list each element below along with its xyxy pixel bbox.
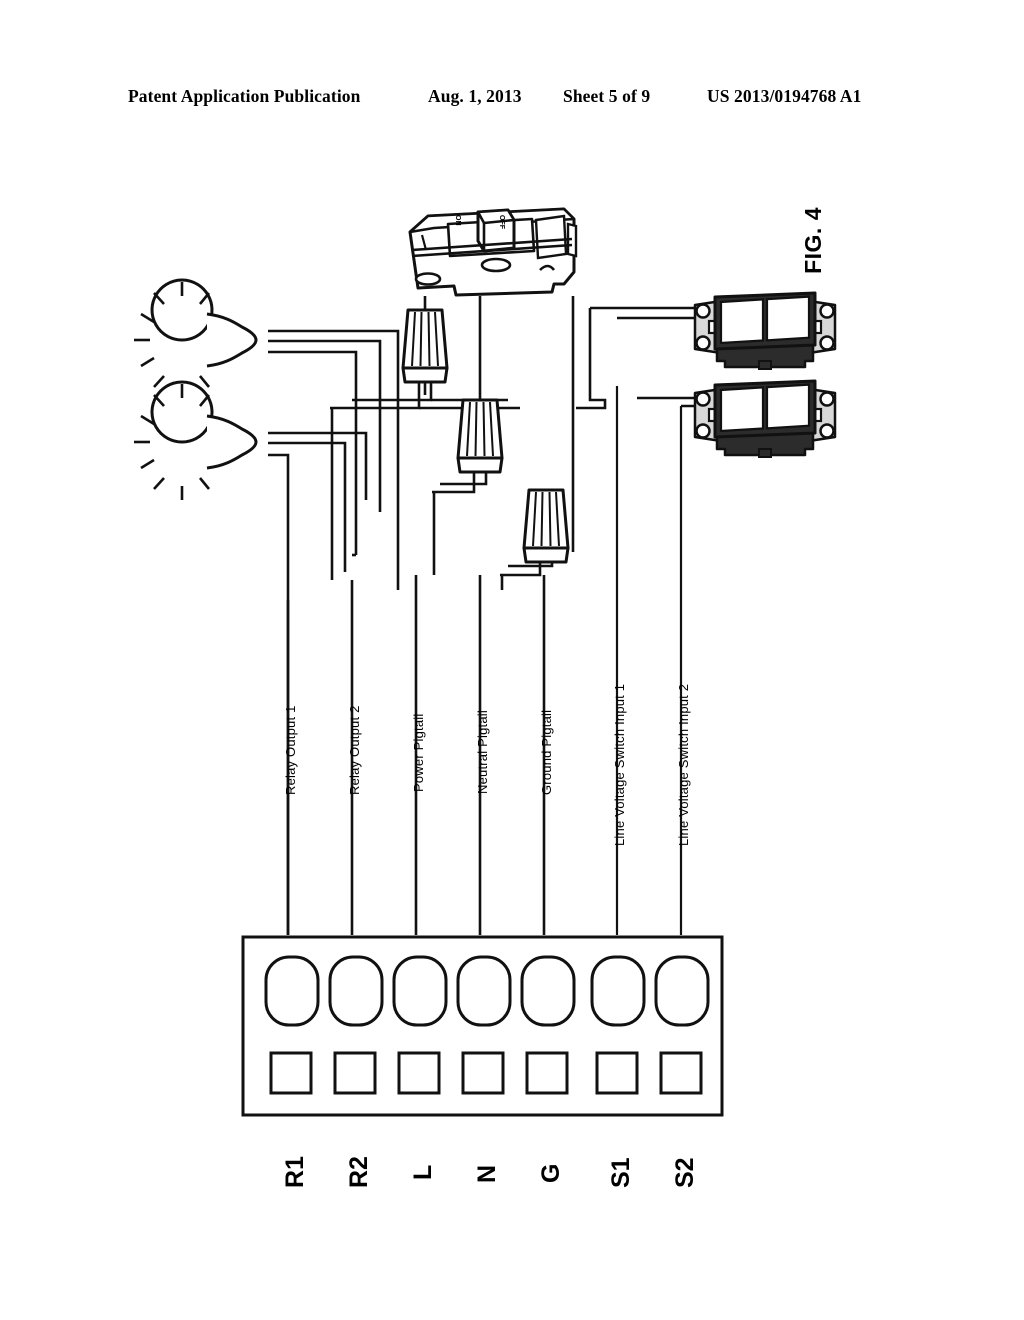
wire-lamp1-c (268, 350, 358, 555)
rocker-switch-1 (693, 291, 837, 371)
terminal-openings-lower (269, 1051, 703, 1095)
terminal-screw-r2[interactable] (333, 1051, 377, 1095)
terminal-screw-g[interactable] (525, 1051, 569, 1095)
terminal-label-n: N (473, 1164, 501, 1183)
lamp-1 (132, 278, 258, 400)
wire-lamp2-b (268, 441, 347, 572)
terminal-screw-s2[interactable] (659, 1051, 703, 1095)
terminal-label-r1: R1 (281, 1156, 309, 1188)
circuit-breaker (408, 207, 578, 297)
terminal-opening-n[interactable] (456, 955, 512, 1027)
terminal-opening-g[interactable] (520, 955, 576, 1027)
lamp-2 (132, 380, 258, 502)
rocker-switch-2 (693, 379, 837, 459)
terminal-label-s1: S1 (607, 1157, 635, 1188)
wire-lamp2-c (268, 453, 290, 935)
breaker-off-label: OFF (498, 215, 505, 229)
terminal-screw-l[interactable] (397, 1051, 441, 1095)
terminal-opening-s1[interactable] (590, 955, 646, 1027)
wiring-lines (268, 296, 700, 935)
patent-page: Patent Application Publication Aug. 1, 2… (0, 0, 1024, 1320)
wire-label-relay-output-1: Relay Output 1 (283, 705, 298, 795)
wire-label-relay-output-2: Relay Output 2 (347, 705, 362, 795)
terminal-opening-r2[interactable] (328, 955, 384, 1027)
terminal-opening-r1[interactable] (264, 955, 320, 1027)
figure-drawing (0, 0, 1024, 1320)
wire-nut-2 (456, 398, 504, 474)
terminal-label-l: L (409, 1164, 437, 1180)
terminal-label-r2: R2 (345, 1156, 373, 1188)
terminal-screw-r1[interactable] (269, 1051, 313, 1095)
terminal-block (241, 935, 724, 1117)
terminal-opening-l[interactable] (392, 955, 448, 1027)
terminal-screw-n[interactable] (461, 1051, 505, 1095)
terminal-label-s2: S2 (671, 1157, 699, 1188)
wire-nut-1 (401, 308, 449, 384)
wire-label-ground-pigtail: Ground Pigtail (539, 709, 554, 795)
wire-label-power-pigtail: Power Pigtail (411, 713, 426, 792)
terminal-openings-upper (264, 955, 710, 1027)
wire-switch1-return (576, 308, 607, 410)
wiring-diagram-svg (132, 207, 837, 1117)
wire-label-line-voltage-switch-input-1: Line Voltage Switch Input 1 (612, 683, 627, 846)
terminal-screw-s1[interactable] (595, 1051, 639, 1095)
terminal-label-g: G (537, 1163, 565, 1183)
wire-label-neutral-pigtail: Neutral Pigtail (475, 710, 490, 794)
breaker-on-label: ON (454, 215, 461, 226)
wire-lamp1-b (268, 339, 382, 512)
wire-label-line-voltage-switch-input-2: Line Voltage Switch Input 2 (676, 683, 691, 846)
wire-nut-3 (522, 488, 570, 564)
terminal-opening-s2[interactable] (654, 955, 710, 1027)
